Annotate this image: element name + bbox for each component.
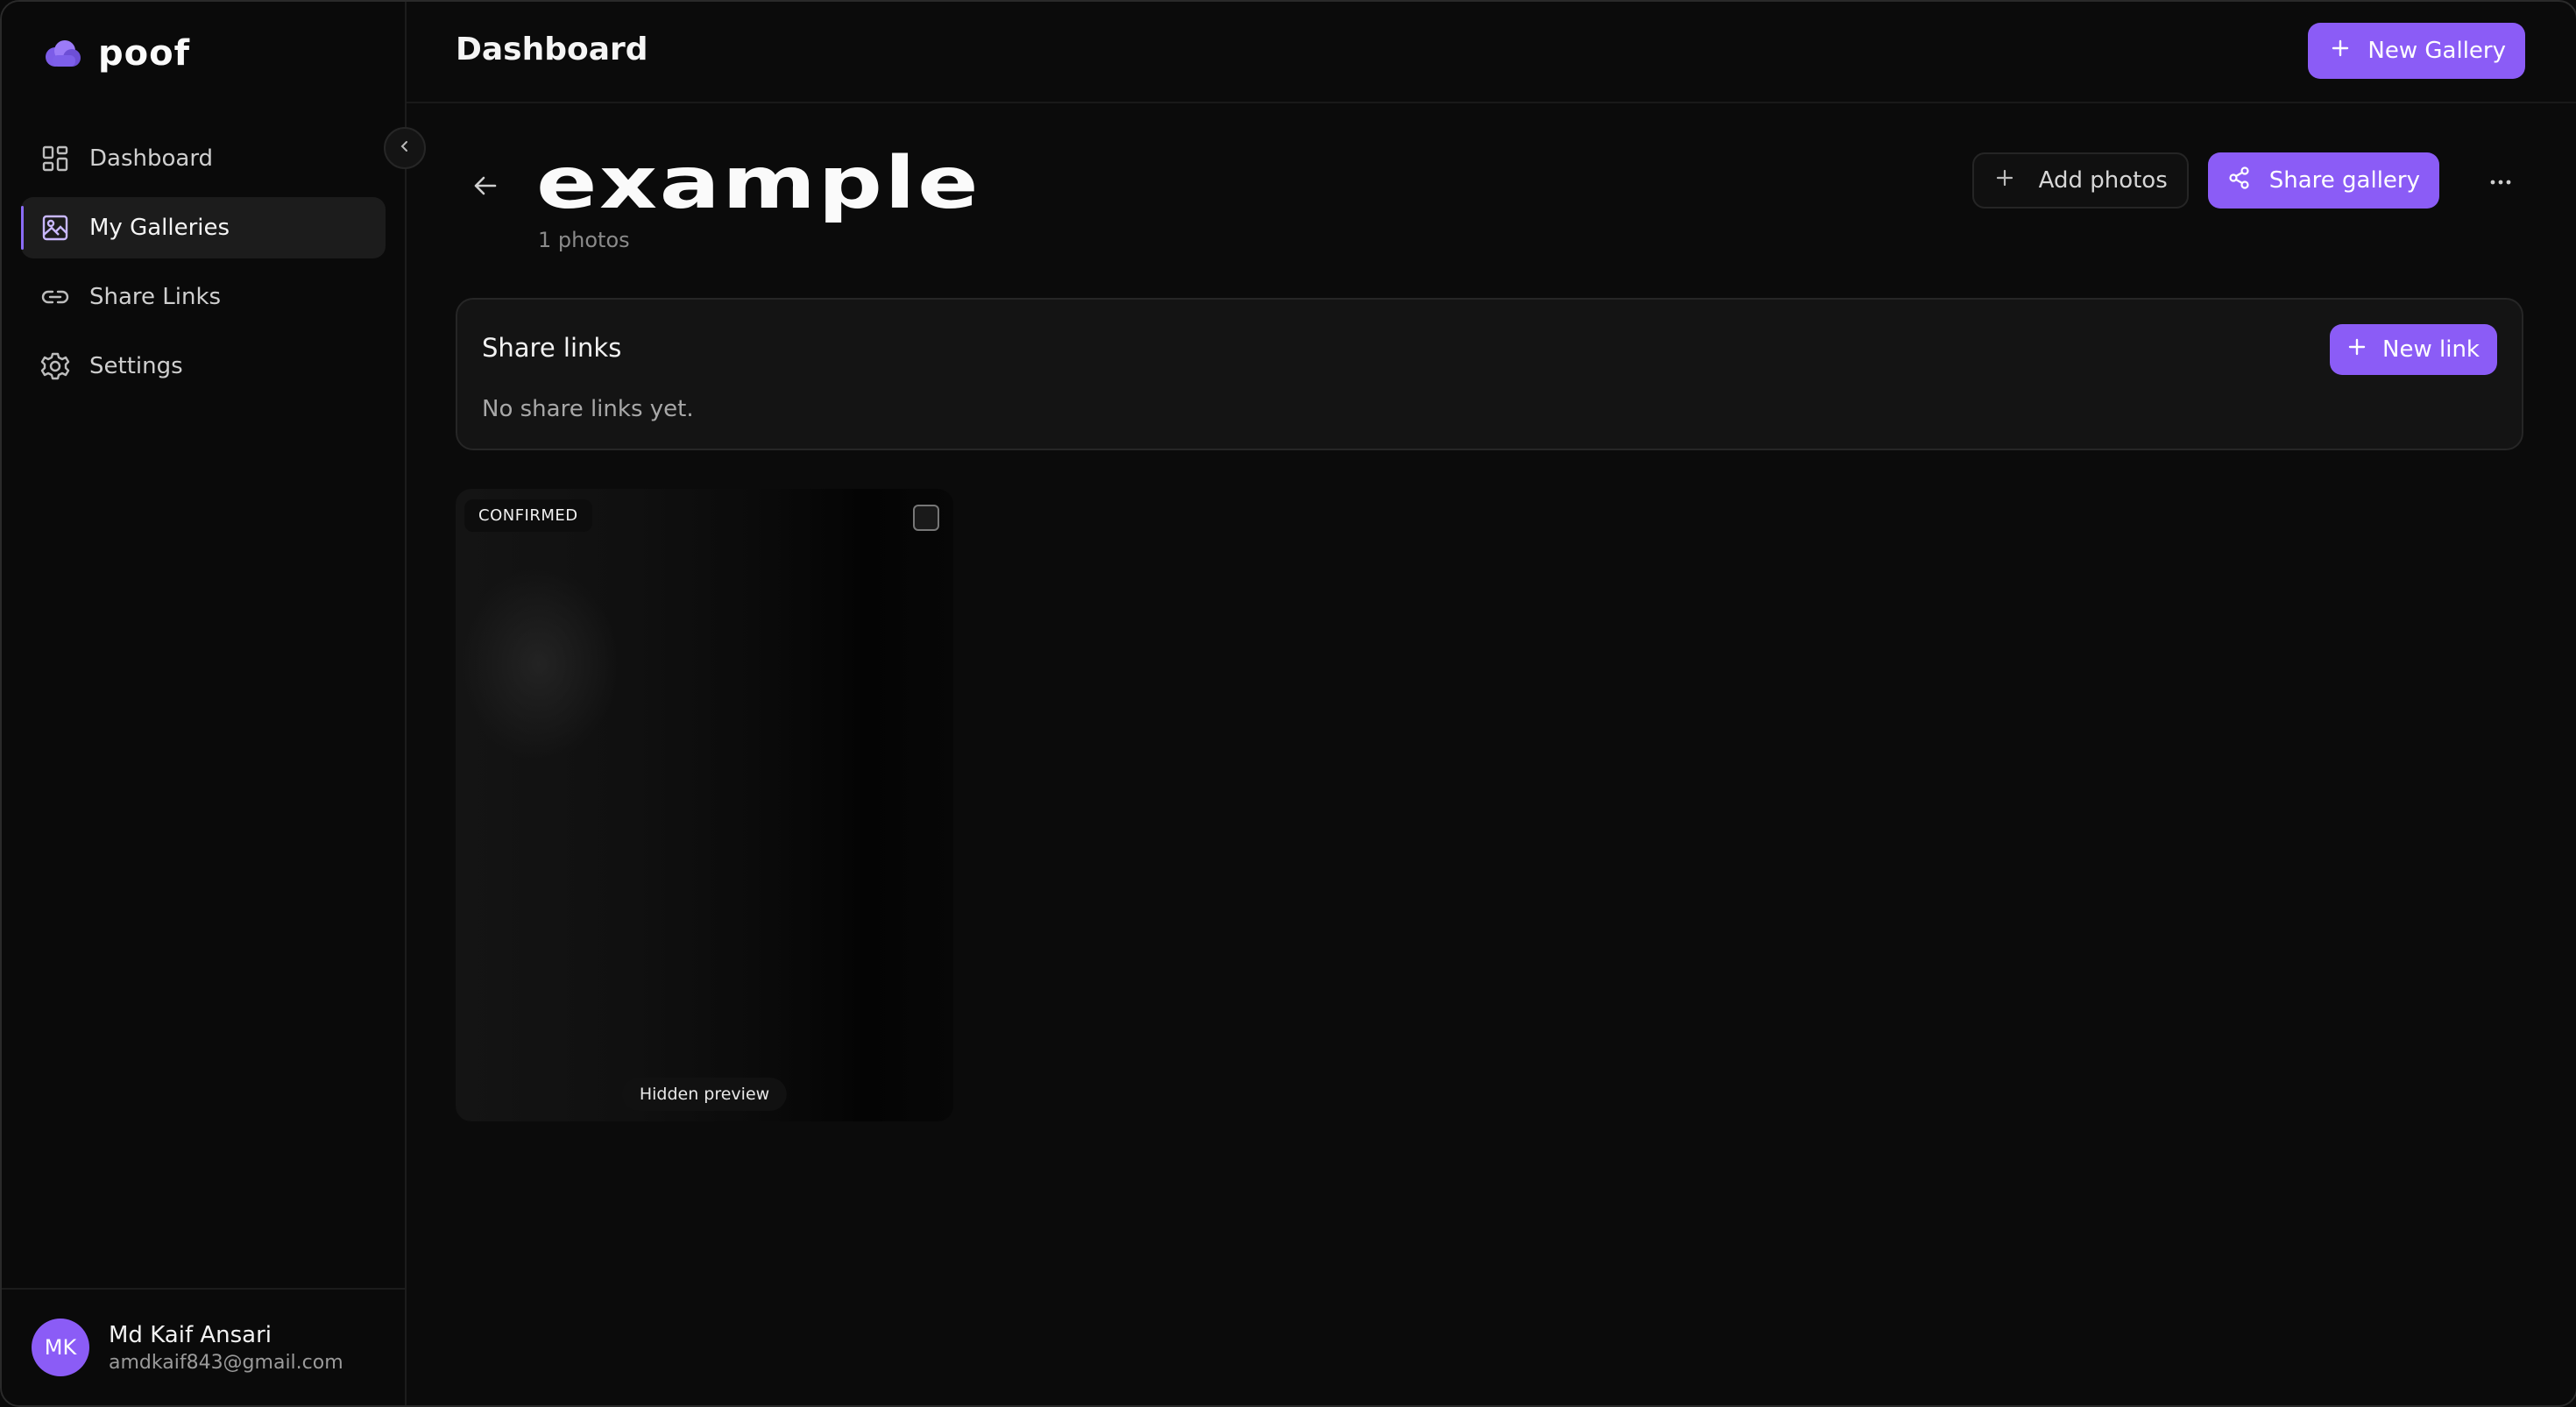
share-links-empty-text: No share links yet. bbox=[482, 396, 694, 422]
chevron-left-icon bbox=[398, 139, 412, 157]
share-links-title: Share links bbox=[482, 333, 622, 363]
app-name: poof bbox=[98, 33, 190, 74]
avatar: MK bbox=[32, 1319, 89, 1376]
back-button[interactable] bbox=[468, 170, 503, 205]
user-profile[interactable]: MK Md Kaif Ansari amdkaif843@gmail.com bbox=[2, 1288, 405, 1405]
top-bar: Dashboard New Gallery bbox=[407, 2, 2576, 103]
logo[interactable]: poof bbox=[44, 32, 190, 75]
dashboard-grid-icon bbox=[40, 144, 70, 173]
sidebar-item-label: Share Links bbox=[89, 284, 222, 310]
plus-icon bbox=[2347, 336, 2367, 363]
sidebar-item-share-links[interactable]: Share Links bbox=[21, 266, 386, 328]
sidebar-item-my-galleries[interactable]: My Galleries bbox=[21, 197, 386, 258]
new-link-button[interactable]: New link bbox=[2330, 324, 2497, 375]
new-gallery-button[interactable]: New Gallery bbox=[2308, 23, 2525, 79]
add-photos-button[interactable]: Add photos bbox=[1971, 152, 2189, 209]
user-info: Md Kaif Ansari amdkaif843@gmail.com bbox=[109, 1322, 343, 1374]
cloud-logo-icon bbox=[44, 38, 82, 69]
new-link-label: New link bbox=[2382, 336, 2480, 363]
sidebar-item-label: Dashboard bbox=[89, 145, 214, 172]
link-icon bbox=[40, 282, 70, 312]
plus-icon bbox=[2331, 38, 2350, 64]
sidebar: poof Dashboard My Galleries Share Links … bbox=[2, 2, 407, 1405]
image-icon bbox=[40, 213, 70, 243]
new-gallery-label: New Gallery bbox=[2367, 38, 2506, 64]
sidebar-item-label: My Galleries bbox=[89, 215, 230, 241]
collapse-sidebar-button[interactable] bbox=[384, 127, 426, 169]
sidebar-item-dashboard[interactable]: Dashboard bbox=[21, 128, 386, 189]
page-title: Dashboard bbox=[456, 32, 648, 67]
sidebar-item-label: Settings bbox=[89, 353, 183, 379]
more-options-button[interactable] bbox=[2476, 156, 2525, 205]
hidden-preview-label: Hidden preview bbox=[621, 1078, 788, 1111]
user-email: amdkaif843@gmail.com bbox=[109, 1351, 343, 1374]
main-content: example 1 photos Add photos Share galler… bbox=[407, 103, 2576, 1405]
user-name: Md Kaif Ansari bbox=[109, 1321, 272, 1348]
share-gallery-button[interactable]: Share gallery bbox=[2207, 152, 2439, 209]
photo-card[interactable]: CONFIRMED Hidden preview bbox=[456, 489, 953, 1121]
status-badge: CONFIRMED bbox=[464, 499, 592, 532]
gear-icon bbox=[40, 351, 70, 381]
gallery-title: example bbox=[536, 142, 981, 225]
photo-count: 1 photos bbox=[538, 228, 630, 252]
add-photos-label: Add photos bbox=[2038, 167, 2168, 194]
sidebar-item-settings[interactable]: Settings bbox=[21, 336, 386, 397]
share-icon bbox=[2227, 166, 2252, 196]
app-window: poof Dashboard My Galleries Share Links … bbox=[0, 0, 2576, 1407]
more-horizontal-icon bbox=[2489, 173, 2512, 189]
arrow-left-icon bbox=[472, 173, 499, 202]
share-links-card: Share links No share links yet. New link bbox=[456, 298, 2523, 450]
share-gallery-label: Share gallery bbox=[2268, 167, 2420, 194]
sidebar-nav: Dashboard My Galleries Share Links Setti… bbox=[21, 128, 386, 405]
gallery-actions: Add photos Share gallery bbox=[1971, 152, 2525, 209]
plus-icon bbox=[1995, 167, 2014, 194]
photo-select-checkbox[interactable] bbox=[913, 505, 939, 531]
